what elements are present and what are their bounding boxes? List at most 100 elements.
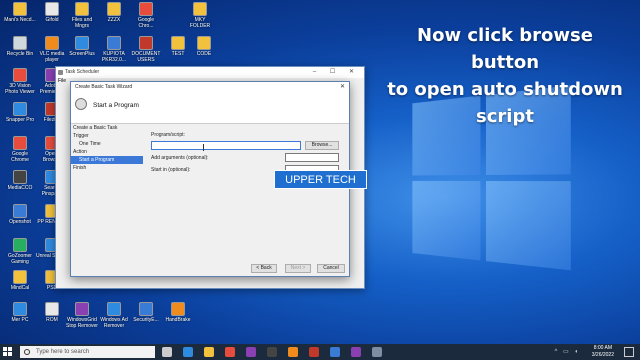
desktop-icon[interactable]: MindCal	[4, 270, 36, 297]
app-icon	[13, 36, 27, 50]
vlc-icon[interactable]	[288, 347, 298, 357]
notification-icon[interactable]	[624, 347, 634, 357]
wizard-title: Create Basic Task Wizard	[75, 84, 133, 90]
premiere-icon[interactable]	[246, 347, 256, 357]
scheduler-icon[interactable]	[372, 347, 382, 357]
desktop-icon-label: MKY FOLDER	[189, 17, 211, 29]
desktop-icon[interactable]: Openshot	[4, 204, 36, 231]
desktop-icon[interactable]: SecurityE...	[130, 302, 162, 329]
desktop-icon[interactable]: HandBrake	[162, 302, 194, 329]
desktop-icon[interactable]: CODE	[188, 36, 220, 63]
desktop-icon[interactable]: MediaCCO	[4, 170, 36, 197]
desktop-icon-label: SecurityE...	[133, 317, 159, 323]
desktop-icon-label: Files and Mngrs	[71, 17, 93, 29]
start-button[interactable]	[3, 347, 13, 357]
app-icon	[45, 2, 59, 16]
app-icon	[197, 36, 211, 50]
app-icon	[13, 68, 27, 82]
premiere2-icon[interactable]	[351, 347, 361, 357]
add-arguments-input[interactable]	[285, 153, 339, 162]
app-icon	[107, 2, 121, 16]
taskbar-search[interactable]: Type here to search	[20, 346, 155, 358]
desktop-icon[interactable]: Mani's Necd...	[4, 2, 36, 29]
desktop-icon-label: ZZZX	[107, 17, 121, 23]
task-clock-icon	[75, 98, 87, 110]
wizard-step[interactable]: Action	[71, 148, 143, 156]
desktop-icon[interactable]: ZZZX	[98, 2, 130, 29]
back-button[interactable]: < Back	[251, 264, 277, 273]
search-icon	[24, 349, 30, 355]
wizard-step[interactable]: One Time	[71, 140, 143, 148]
chrome-icon[interactable]	[225, 347, 235, 357]
desktop-icon[interactable]: Windows Ad Remover	[98, 302, 130, 329]
desktop-icon[interactable]: Gifold	[36, 2, 68, 29]
filezilla-icon[interactable]	[309, 347, 319, 357]
taskbar: Type here to search ^ ▭ ◖ 8:00 AM 3/26/2…	[0, 344, 640, 360]
wizard-page-title: Start a Program	[93, 102, 139, 109]
app-icon	[13, 238, 27, 252]
desktop-icon-label: KUPIOTA PKR32.0...	[101, 51, 127, 63]
desktop-icon[interactable]: ROM	[36, 302, 68, 329]
app-icon	[13, 102, 27, 116]
add-arguments-label: Add arguments (optional):	[151, 155, 209, 161]
task-view-icon[interactable]	[162, 347, 172, 357]
desktop-icon-label: ROM	[46, 317, 58, 323]
clock[interactable]: 8:00 AM 3/26/2022	[592, 344, 614, 359]
desktop-icon[interactable]: WindowsGrid Stop Remover	[66, 302, 98, 329]
wizard-step[interactable]: Create a Basic Task	[71, 124, 143, 132]
upper-tech-watermark: UPPER TECH	[274, 170, 367, 189]
explorer-icon[interactable]	[204, 347, 214, 357]
search-placeholder: Type here to search	[36, 349, 90, 355]
wizard-step[interactable]: Finish	[71, 164, 143, 172]
edge-icon[interactable]	[183, 347, 193, 357]
browse-button[interactable]: Browse...	[305, 141, 339, 150]
desktop-icon[interactable]: VLC media player	[36, 36, 68, 63]
clock-date: 3/26/2022	[591, 352, 614, 358]
app-icon	[107, 36, 121, 50]
desktop-icon-label: Openshot	[9, 219, 31, 225]
desktop-icon[interactable]: DOCUMENT USERS	[130, 36, 162, 63]
wizard-step[interactable]: Trigger	[71, 132, 143, 140]
desktop-icon[interactable]: KUPIOTA PKR32.0...	[98, 36, 130, 63]
program-script-input[interactable]	[151, 141, 301, 150]
desktop-icon[interactable]: Snapper Pro	[4, 102, 36, 129]
app-icon	[13, 170, 27, 184]
app-icon	[45, 302, 59, 316]
app-icon	[75, 2, 89, 16]
obs-icon[interactable]	[267, 347, 277, 357]
app-icon	[107, 302, 121, 316]
task-scheduler-title: Task Scheduler	[65, 69, 100, 75]
desktop-icon-label: 3D Vision Photo Viewer	[5, 83, 35, 95]
desktop-icon[interactable]: 3D Vision Photo Viewer	[4, 68, 36, 95]
desktop-icon[interactable]: Recycle Bin	[4, 36, 36, 63]
window-controls[interactable]: – ☐ ✕	[313, 67, 360, 78]
desktop-icon-label: Mer PC	[11, 317, 29, 323]
caption-line-2: to open auto shutdown script	[387, 79, 623, 127]
desktop-icon[interactable]: Google Chrome	[4, 136, 36, 163]
close-icon[interactable]: ✕	[340, 82, 345, 92]
cancel-button[interactable]: Cancel	[317, 264, 345, 273]
wizard-step[interactable]: Start a Program	[71, 156, 143, 164]
app-icon	[139, 36, 153, 50]
desktop-icon[interactable]: GoZoomer Gaming	[4, 238, 36, 265]
next-button[interactable]: Next >	[285, 264, 311, 273]
photos-icon[interactable]	[330, 347, 340, 357]
desktop-icon[interactable]: Google Chro...	[130, 2, 162, 29]
desktop-icon-label: Mani's Necd...	[4, 17, 36, 23]
desktop-icon[interactable]: Mer PC	[4, 302, 36, 329]
desktop-icon[interactable]: Files and Mngrs	[66, 2, 98, 29]
app-icon	[139, 302, 153, 316]
desktop-icon[interactable]: MKY FOLDER	[184, 2, 216, 29]
system-tray-icons[interactable]: ^ ▭ ◖	[555, 348, 580, 355]
tutorial-caption: Now click browse button to open auto shu…	[380, 22, 630, 130]
desktop-icon-label: VLC media player	[39, 51, 65, 63]
task-scheduler-titlebar[interactable]: Task Scheduler – ☐ ✕	[56, 67, 364, 78]
wizard-titlebar[interactable]: Create Basic Task Wizard ✕	[71, 82, 349, 92]
desktop-icon-label: CODE	[196, 51, 212, 57]
app-icon	[139, 2, 153, 16]
app-icon	[171, 302, 185, 316]
desktop-icon-label: HandBrake	[165, 317, 191, 323]
desktop-icon[interactable]: ScreenPlus	[66, 36, 98, 63]
app-icon	[171, 36, 185, 50]
clock-time: 8:00 AM	[593, 345, 613, 351]
